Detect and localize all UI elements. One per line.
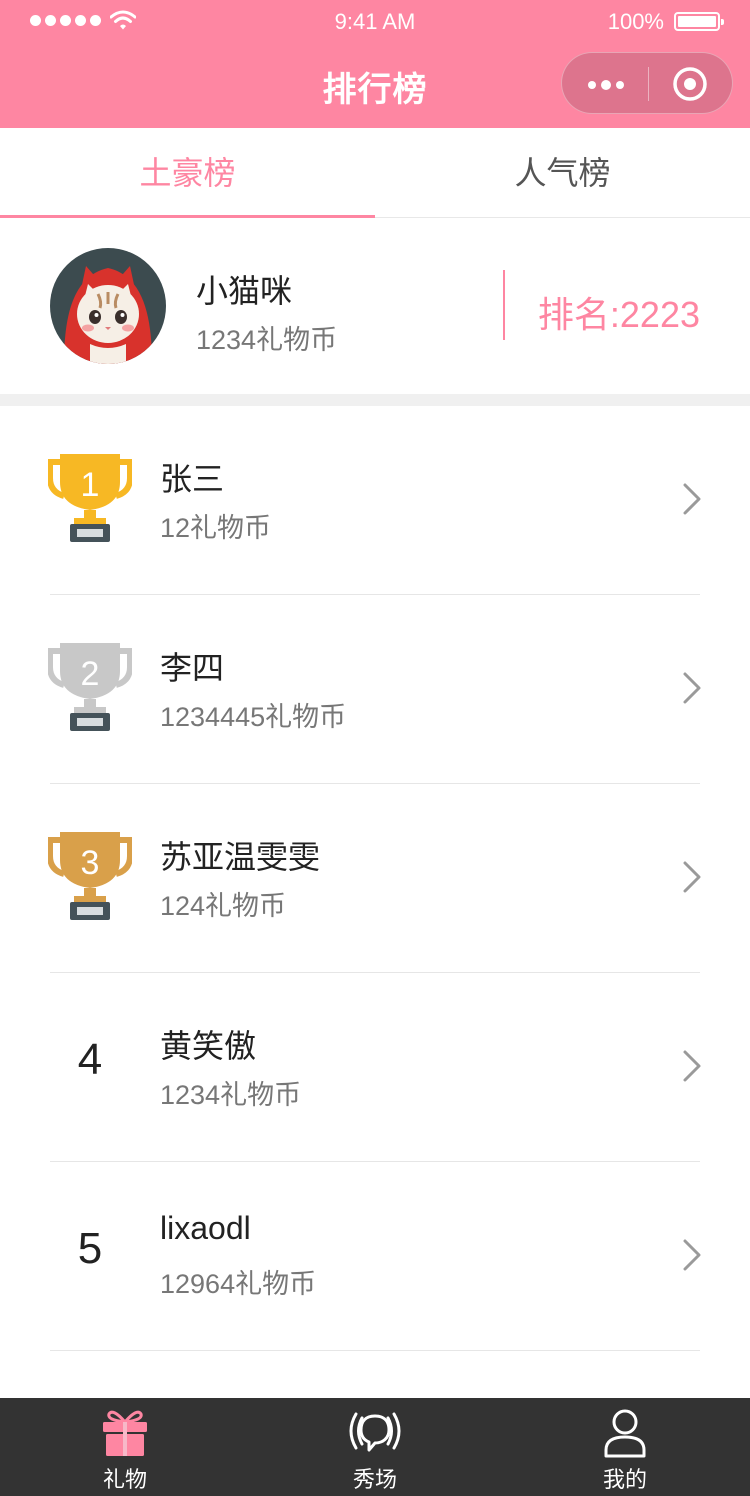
more-icon[interactable] — [588, 80, 624, 90]
row-coins: 124礼物币 — [160, 891, 287, 921]
status-bar: 9:41 AM 100% — [0, 0, 750, 42]
chevron-right-icon — [683, 1050, 701, 1082]
row-name: 李四 — [160, 650, 225, 686]
battery-percent: 100% — [607, 9, 664, 34]
row-name: 黄笑傲 — [160, 1028, 257, 1064]
chevron-right-icon — [683, 483, 701, 515]
ranking-row[interactable]: 1 张三 12礼物币 — [0, 406, 750, 595]
tab-popularity-list[interactable]: 人气榜 — [375, 128, 750, 218]
capsule-divider — [648, 67, 649, 101]
my-rank: 排名:2223 — [537, 294, 700, 335]
mini-program-capsule — [561, 52, 733, 114]
rank-divider — [503, 270, 505, 340]
rank-number: 5 — [77, 1224, 103, 1273]
rank-number: 4 — [77, 1035, 103, 1084]
ranking-row[interactable]: 5 lixaodl 12964礼物币 — [0, 1162, 750, 1351]
user-icon — [604, 1409, 646, 1458]
bronze-trophy-icon: 3 — [48, 832, 132, 920]
badge-rank-number: 3 — [81, 844, 100, 882]
tabbar-item-mine[interactable]: 我的 — [500, 1398, 750, 1496]
tabbar-item-gift[interactable]: 礼物 — [0, 1398, 250, 1496]
badge-rank-number: 2 — [81, 655, 100, 693]
my-coins: 1234礼物币 — [196, 325, 338, 355]
row-name: 苏亚温雯雯 — [160, 839, 321, 875]
row-coins: 12礼物币 — [160, 513, 272, 543]
my-name: 小猫咪 — [196, 273, 293, 309]
bottom-tabbar: 礼物 秀场 我的 — [0, 1398, 750, 1496]
row-name: lixaodl — [160, 1210, 251, 1246]
gold-trophy-icon: 1 — [48, 454, 132, 542]
avatar — [50, 248, 166, 364]
ranking-row[interactable]: 3 苏亚温雯雯 124礼物币 — [0, 784, 750, 973]
section-gap — [0, 394, 750, 406]
chevron-right-icon — [683, 1239, 701, 1271]
tabbar-item-show[interactable]: 秀场 — [250, 1398, 500, 1496]
ranking-tabs: 土豪榜 人气榜 — [0, 128, 750, 219]
ranking-row[interactable]: 2 李四 1234445礼物币 — [0, 595, 750, 784]
tabbar-label: 秀场 — [352, 1467, 397, 1492]
chevron-right-icon — [683, 672, 701, 704]
tabbar-label: 礼物 — [102, 1467, 147, 1492]
row-coins: 1234445礼物币 — [160, 702, 347, 732]
ranking-list: 1 张三 12礼物币 2 李四 1234445礼物币 3 苏亚温雯雯 124礼物… — [0, 406, 750, 1351]
live-icon — [349, 1412, 401, 1452]
tab-rich-list[interactable]: 土豪榜 — [0, 128, 375, 219]
tabbar-label: 我的 — [602, 1467, 647, 1492]
header: 9:41 AM 100% 排行榜 — [0, 0, 750, 128]
row-coins: 12964礼物币 — [160, 1269, 317, 1299]
row-name: 张三 — [160, 461, 225, 497]
gift-icon — [103, 1410, 147, 1456]
ranking-row[interactable]: 4 黄笑傲 1234礼物币 — [0, 973, 750, 1162]
close-target-icon[interactable] — [672, 66, 708, 102]
battery-icon — [674, 12, 724, 31]
chevron-right-icon — [683, 861, 701, 893]
badge-rank-number: 1 — [81, 466, 100, 504]
row-coins: 1234礼物币 — [160, 1080, 302, 1110]
my-rank-card: 小猫咪 1234礼物币 排名:2223 — [0, 218, 750, 394]
silver-trophy-icon: 2 — [48, 643, 132, 731]
